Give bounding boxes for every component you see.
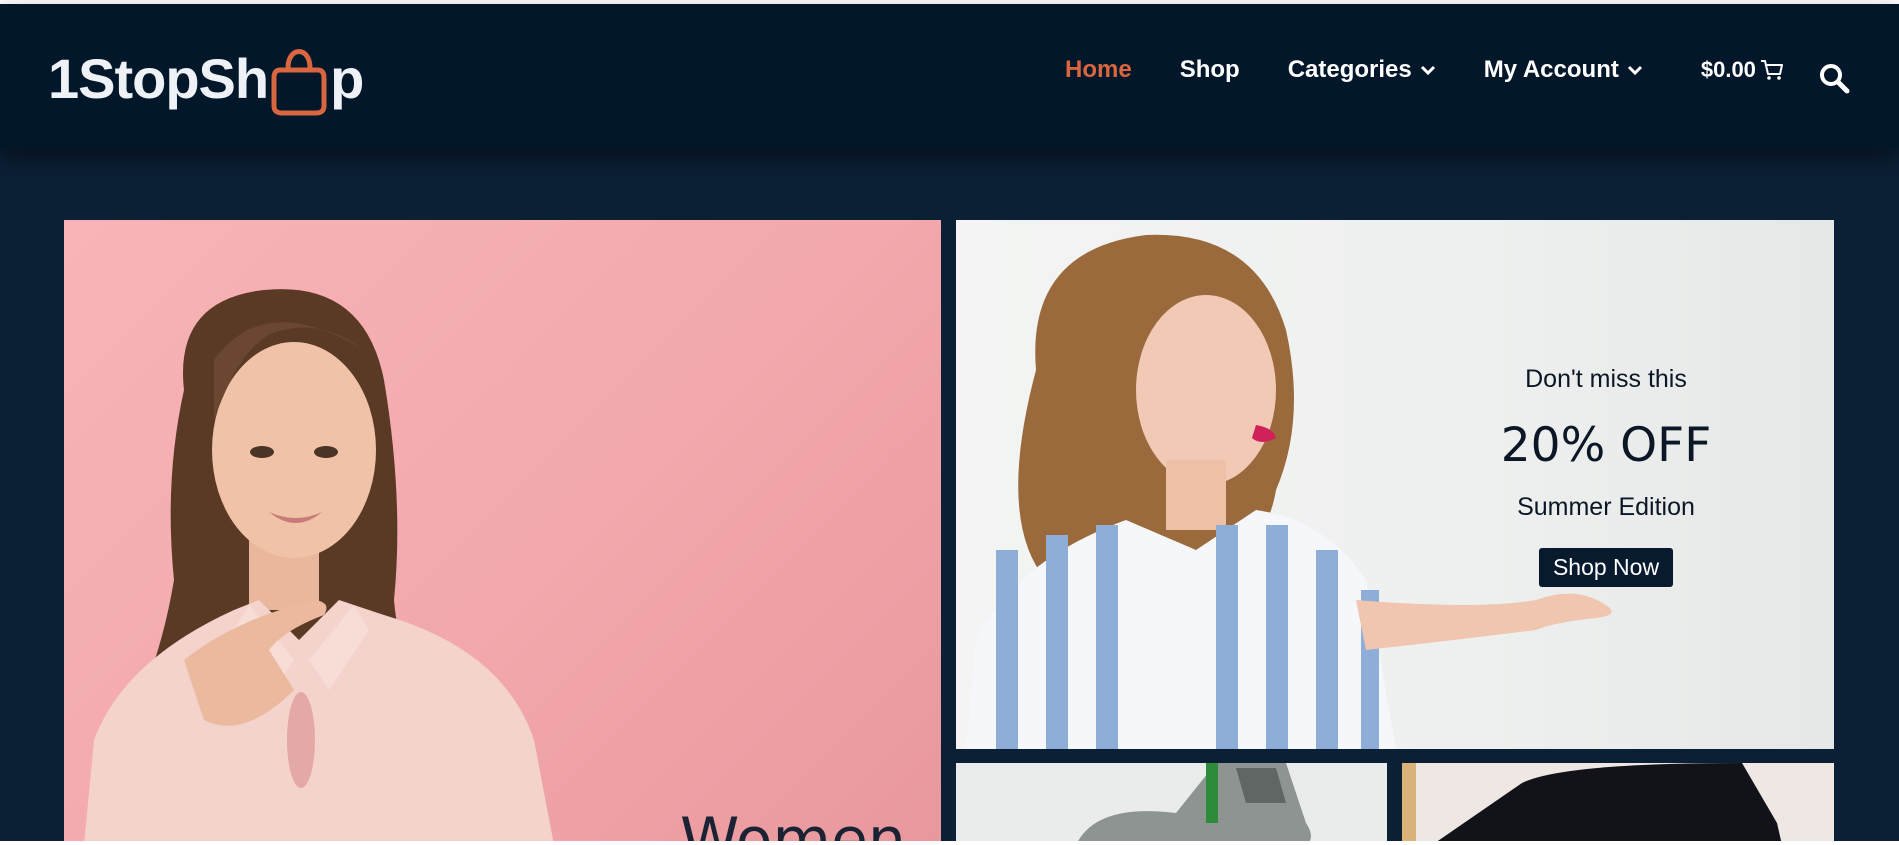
promo-discount: 20% OFF: [1500, 418, 1712, 473]
woman-model-image: [84, 289, 554, 845]
nav-categories-label: Categories: [1287, 56, 1412, 83]
women-category-banner[interactable]: Women: [64, 220, 941, 845]
logo-text-start: 1StopSh: [48, 46, 269, 110]
bags-category-banner[interactable]: [1402, 763, 1834, 845]
shoes-category-banner[interactable]: [956, 763, 1387, 845]
nav-my-account[interactable]: My Account: [1484, 56, 1643, 84]
logo-text-end: p: [330, 46, 364, 110]
cart-icon: [1760, 60, 1783, 80]
promo-eyebrow: Don't miss this: [1525, 365, 1687, 393]
nav-shop[interactable]: Shop: [1180, 56, 1240, 84]
cart-button[interactable]: $0.00: [1701, 57, 1784, 83]
site-logo[interactable]: 1StopSh p: [48, 38, 364, 118]
nav-home[interactable]: Home: [1065, 56, 1132, 84]
nav-my-account-label: My Account: [1483, 56, 1619, 83]
shop-now-button[interactable]: Shop Now: [1538, 548, 1674, 587]
main-nav: Home Shop Categories My Account $0.00: [1065, 56, 1784, 84]
promo-text-block: Don't miss this 20% OFF Summer Edition S…: [1450, 365, 1762, 587]
site-header: 1StopSh p Home Shop Categories My Accoun…: [0, 4, 1899, 148]
nav-categories[interactable]: Categories: [1288, 56, 1436, 84]
promo-edition: Summer Edition: [1517, 493, 1695, 521]
women-category-title: Women: [680, 805, 906, 845]
shopping-bag-icon: [271, 49, 327, 116]
search-icon[interactable]: [1818, 62, 1850, 94]
bottom-edge: [0, 841, 1899, 845]
handbag-image: [1402, 763, 1782, 845]
chevron-down-icon: [1420, 65, 1435, 76]
promo-banner[interactable]: Don't miss this 20% OFF Summer Edition S…: [956, 220, 1834, 749]
chevron-down-icon: [1627, 65, 1642, 76]
cart-total: $0.00: [1700, 57, 1756, 82]
sneaker-image: [1076, 763, 1311, 845]
